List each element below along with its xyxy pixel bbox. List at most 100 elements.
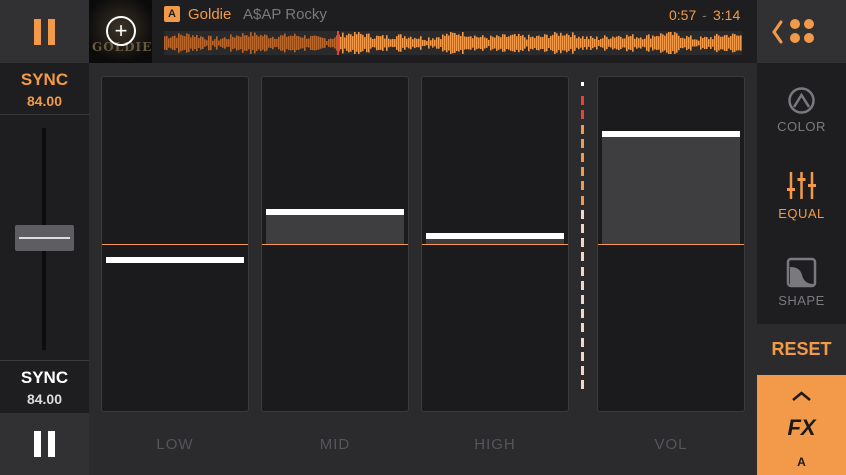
- waveform-bar: [248, 36, 250, 50]
- waveform-bar: [290, 35, 292, 51]
- waveform-bar: [506, 36, 508, 50]
- waveform-bar: [718, 35, 720, 51]
- eq-level-handle[interactable]: [602, 130, 740, 137]
- eq-level-handle[interactable]: [426, 233, 564, 239]
- sync-button-top[interactable]: SYNC 84.00: [0, 63, 89, 115]
- bpm-value: 84.00: [26, 93, 63, 109]
- waveform-bar: [520, 35, 522, 51]
- waveform-bar: [518, 33, 520, 53]
- waveform-bar: [558, 35, 560, 51]
- waveform-bar: [656, 35, 658, 51]
- waveform-bar: [598, 39, 600, 47]
- waveform-bar: [238, 36, 240, 50]
- waveform-bar: [640, 37, 642, 49]
- plus-circle-icon[interactable]: +: [106, 16, 136, 46]
- waveform-bar: [384, 38, 386, 48]
- eq-level-handle[interactable]: [266, 209, 404, 215]
- waveform-bar: [224, 37, 226, 49]
- waveform-bar: [478, 37, 480, 49]
- eq-fill: [602, 133, 740, 244]
- waveform-bar: [218, 40, 220, 46]
- pause-icon: [34, 431, 55, 457]
- fx-shape-button[interactable]: SHAPE: [757, 237, 846, 324]
- eq-strip-high[interactable]: [421, 76, 569, 412]
- waveform-bar: [274, 38, 276, 48]
- waveform-bar: [176, 37, 178, 49]
- waveform-bar: [392, 38, 394, 48]
- waveform-bar: [662, 34, 664, 52]
- waveform-bar: [388, 38, 390, 48]
- waveform-bar: [318, 36, 320, 50]
- waveform-bar: [304, 35, 306, 51]
- chevron-left-grid-icon: [772, 19, 814, 44]
- waveform-bar: [368, 33, 370, 53]
- waveform-bar: [702, 38, 704, 48]
- fx-color-button[interactable]: COLOR: [757, 63, 846, 150]
- waveform-bar: [198, 38, 200, 48]
- waveform-bar: [320, 37, 322, 49]
- waveform-bar: [192, 35, 194, 51]
- waveform-bar: [322, 37, 324, 49]
- waveform-bar: [634, 38, 636, 48]
- waveform-bar: [692, 39, 694, 47]
- waveform-bar: [308, 38, 310, 48]
- waveform-bar: [608, 39, 610, 47]
- waveform-bar: [740, 35, 742, 51]
- waveform-bar: [582, 36, 584, 50]
- eq-strip-mid[interactable]: [261, 76, 409, 412]
- pause-button-top[interactable]: [0, 0, 89, 63]
- waveform-bar: [164, 36, 166, 50]
- waveform-bar: [356, 34, 358, 52]
- waveform-bar: [406, 38, 408, 48]
- waveform-bar: [358, 32, 360, 54]
- waveform-bar: [686, 35, 688, 51]
- waveform-bar: [610, 38, 612, 48]
- waveform-overview[interactable]: [164, 31, 742, 55]
- waveform-bar: [216, 36, 218, 50]
- waveform-bar: [544, 34, 546, 52]
- eq-level-handle[interactable]: [106, 257, 244, 263]
- meter-segment: [581, 309, 584, 319]
- waveform-bar: [340, 36, 342, 50]
- waveform-bar: [280, 35, 282, 51]
- album-cover[interactable]: GOLDIE +: [89, 0, 152, 63]
- color-filter-icon: [788, 87, 815, 114]
- waveform-bar: [676, 33, 678, 53]
- waveform-bar: [370, 37, 372, 49]
- meter-segment: [581, 295, 584, 304]
- waveform-bar: [672, 34, 674, 52]
- waveform-bar: [354, 32, 356, 54]
- waveform-graph: [164, 31, 742, 55]
- right-panel: COLOR EQUAL SHAPE RESET FX A: [757, 0, 846, 475]
- waveform-bar: [434, 39, 436, 47]
- sync-button-bottom[interactable]: SYNC 84.00: [0, 360, 89, 412]
- fx-button[interactable]: FX A: [757, 375, 846, 475]
- waveform-bar: [512, 34, 514, 52]
- waveform-bar: [568, 35, 570, 51]
- waveform-bar: [636, 37, 638, 49]
- waveform-bar: [312, 35, 314, 51]
- waveform-bar: [420, 36, 422, 50]
- meter-segment: [581, 266, 584, 276]
- waveform-bar: [560, 32, 562, 54]
- waveform-bar: [612, 36, 614, 50]
- eq-strip-vol[interactable]: [597, 76, 745, 412]
- waveform-bar: [252, 35, 254, 51]
- meter-segment: [581, 82, 584, 86]
- waveform-bar: [620, 36, 622, 50]
- waveform-bar: [394, 39, 396, 47]
- eq-band-label: VOL: [654, 436, 688, 453]
- back-to-decks-button[interactable]: [757, 0, 846, 63]
- waveform-bar: [690, 35, 692, 51]
- pause-button-bottom[interactable]: [0, 413, 89, 475]
- reset-button[interactable]: RESET: [757, 324, 846, 374]
- fx-equal-button[interactable]: EQUAL: [757, 150, 846, 237]
- waveform-bar: [208, 35, 210, 51]
- waveform-bar: [722, 36, 724, 50]
- waveform-bar: [412, 39, 414, 47]
- pitch-slider-handle[interactable]: [15, 225, 74, 251]
- waveform-bar: [268, 38, 270, 48]
- meter-segment: [581, 124, 584, 134]
- waveform-bar: [448, 35, 450, 51]
- eq-strip-low[interactable]: [101, 76, 249, 412]
